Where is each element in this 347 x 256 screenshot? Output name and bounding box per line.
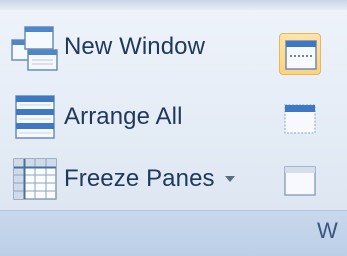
hide-icon: [284, 104, 316, 134]
new-window-label: New Window: [64, 33, 206, 60]
new-window-button[interactable]: New Window: [10, 20, 270, 74]
split-icon: [285, 40, 317, 70]
freeze-panes-icon: [13, 158, 57, 200]
unhide-icon: [284, 166, 316, 196]
freeze-panes-label: Freeze Panes: [64, 165, 215, 192]
split-button[interactable]: [279, 33, 321, 75]
group-label: W: [317, 218, 338, 243]
arrange-all-icon: [15, 95, 55, 139]
arrange-all-label: Arrange All: [64, 103, 183, 130]
group-label-bar: [0, 210, 347, 256]
hide-button[interactable]: [279, 98, 321, 140]
new-window-icon: [11, 26, 58, 71]
freeze-panes-button[interactable]: Freeze Panes: [10, 152, 270, 206]
arrange-all-button[interactable]: Arrange All: [10, 90, 270, 144]
ribbon-top-edge: [0, 0, 347, 10]
unhide-button[interactable]: [279, 160, 321, 202]
chevron-down-icon[interactable]: [224, 175, 235, 183]
